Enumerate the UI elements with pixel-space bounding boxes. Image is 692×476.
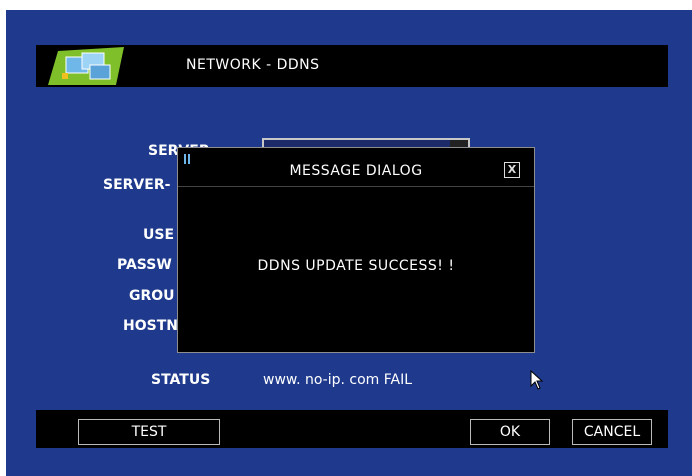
cancel-button[interactable]: CANCEL xyxy=(572,419,652,445)
password-label: PASSW xyxy=(117,257,172,273)
ok-button[interactable]: OK xyxy=(470,419,550,445)
user-label: USE xyxy=(143,227,175,243)
mouse-cursor-icon xyxy=(530,370,544,390)
dialog-title: MESSAGE DIALOG xyxy=(289,163,423,179)
network-monitor-icon xyxy=(48,47,124,85)
title-bar: NETWORK - DDNS xyxy=(36,45,668,87)
test-button[interactable]: TEST xyxy=(78,419,220,445)
message-dialog: MESSAGE DIALOG X DDNS UPDATE SUCCESS! ! xyxy=(177,147,535,353)
button-bar: TEST OK CANCEL xyxy=(36,410,668,448)
status-label: STATUS xyxy=(151,372,211,388)
server-type-label: SERVER- xyxy=(103,177,171,193)
page-title: NETWORK - DDNS xyxy=(186,57,320,73)
dialog-divider xyxy=(178,186,534,187)
hostname-label: HOSTN xyxy=(123,318,178,334)
status-value: www. no-ip. com FAIL xyxy=(263,372,413,388)
group-label: GROU xyxy=(129,288,175,304)
close-icon[interactable]: X xyxy=(504,162,520,178)
dialog-message: DDNS UPDATE SUCCESS! ! xyxy=(257,258,455,274)
